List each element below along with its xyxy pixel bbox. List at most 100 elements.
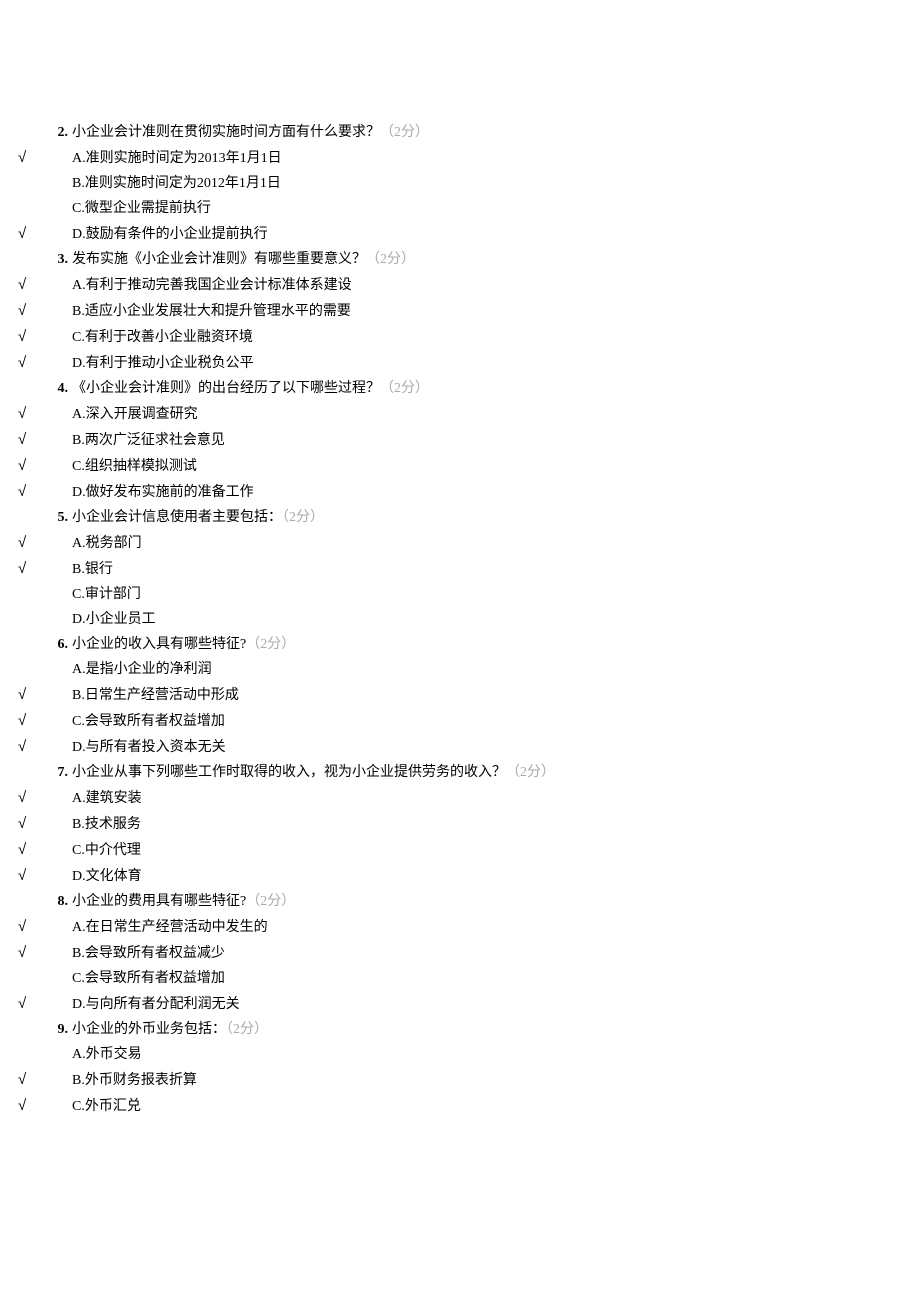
question-number: 2. [48,120,68,145]
option-text: 有利于改善小企业融资环境 [85,330,253,345]
option-line: C.审计部门 [0,582,920,607]
question-points: （2分） [246,894,295,909]
check-mark: √ [0,272,48,297]
question-number: 7. [48,760,68,785]
option-text: 技术服务 [85,817,141,832]
question-number: 8. [48,889,68,914]
option-content: D.与向所有者分配利润无关 [68,992,240,1017]
option-text: 在日常生产经营活动中发生的 [86,920,268,935]
check-mark: √ [0,708,48,733]
question-line: 2.小企业会计准则在贯彻实施时间方面有什么要求？（2分） [0,120,920,145]
question-line: 8.小企业的费用具有哪些特征?（2分） [0,889,920,914]
option-content: B.技术服务 [68,812,141,837]
option-letter: D. [72,227,86,242]
option-text: 组织抽样模拟测试 [85,459,197,474]
check-mark: √ [0,863,48,888]
option-line: A.是指小企业的净利润 [0,657,920,682]
option-letter: C. [72,587,85,602]
option-line: √ A.深入开展调查研究 [0,401,920,427]
option-line: √D.有利于推动小企业税负公平 [0,350,920,376]
option-line: √ D.与所有者投入资本无关 [0,734,920,760]
option-letter: C. [72,714,85,729]
option-line: √ C.会导致所有者权益增加 [0,708,920,734]
option-line: C.微型企业需提前执行 [0,196,920,221]
question-content: 小企业会计准则在贯彻实施时间方面有什么要求？（2分） [68,120,429,145]
question-content: 小企业的费用具有哪些特征?（2分） [68,889,295,914]
question-line: 5.小企业会计信息使用者主要包括：（2分） [0,505,920,530]
option-letter: B. [72,688,85,703]
option-letter: C. [72,459,85,474]
question-stem: 小企业的外币业务包括： [72,1022,226,1037]
option-letter: B. [72,562,85,577]
option-letter: D. [72,997,86,1012]
option-content: D.文化体育 [68,864,142,889]
option-text: 审计部门 [85,587,141,602]
option-line: √ D.与向所有者分配利润无关 [0,991,920,1017]
option-letter: C. [72,201,85,216]
option-line: √A.税务部门 [0,530,920,556]
question-points: （2分） [282,510,324,525]
option-line: D.小企业员工 [0,607,920,632]
option-content: A.有利于推动完善我国企业会计标准体系建设 [68,273,352,298]
option-letter: A. [72,407,86,422]
option-content: A.是指小企业的净利润 [68,657,212,682]
option-letter: C. [72,843,85,858]
option-letter: D. [72,356,86,371]
option-letter: B. [72,304,85,319]
option-text: 日常生产经营活动中形成 [85,688,239,703]
option-line: √D.鼓励有条件的小企业提前执行 [0,221,920,247]
question-stem: 《小企业会计准则》的出台经历了以下哪些过程？ [72,381,380,396]
option-content: C.微型企业需提前执行 [68,196,211,221]
option-text: 会导致所有者权益增加 [85,971,225,986]
check-mark: √ [0,556,48,581]
option-text: 与向所有者分配利润无关 [86,997,240,1012]
option-content: A.外币交易 [68,1042,142,1067]
option-text: 深入开展调查研究 [86,407,198,422]
option-letter: B. [72,946,85,961]
question-points: （2分） [246,637,295,652]
check-mark: √ [0,991,48,1016]
option-letter: D. [72,869,86,884]
option-line: √A.准则实施时间定为2013年1月1日 [0,145,920,171]
question-points: （2分） [380,125,429,140]
option-content: B.银行 [68,557,113,582]
check-mark: √ [0,479,48,504]
option-text: 外币财务报表折算 [85,1073,197,1088]
option-content: B.会导致所有者权益减少 [68,941,225,966]
option-letter: A. [72,1047,86,1062]
option-text: 外币交易 [86,1047,142,1062]
option-content: B.准则实施时间定为2012年1月1日 [68,171,281,196]
option-content: A.在日常生产经营活动中发生的 [68,915,268,940]
option-letter: A. [72,151,86,166]
option-content: C.审计部门 [68,582,141,607]
option-content: A.税务部门 [68,531,142,556]
option-letter: A. [72,278,86,293]
option-content: C.外币汇兑 [68,1094,141,1119]
check-mark: √ [0,453,48,478]
check-mark: √ [0,785,48,810]
option-letter: B. [72,1073,85,1088]
option-line: √ B.银行 [0,556,920,582]
question-line: 6.小企业的收入具有哪些特征?（2分） [0,632,920,657]
option-text: 会导致所有者权益增加 [85,714,225,729]
option-line: √B.会导致所有者权益减少 [0,940,920,966]
check-mark: √ [0,401,48,426]
option-line: √C.有利于改善小企业融资环境 [0,324,920,350]
option-letter: B. [72,176,85,191]
option-line: √B.外币财务报表折算 [0,1067,920,1093]
option-content: D.小企业员工 [68,607,156,632]
option-content: D.与所有者投入资本无关 [68,735,226,760]
question-line: 3.发布实施《小企业会计准则》有哪些重要意义？（2分） [0,247,920,272]
option-content: A.建筑安装 [68,786,142,811]
option-text: 准则实施时间定为2013年1月1日 [86,151,282,166]
option-line: A.外币交易 [0,1042,920,1067]
question-stem: 小企业从事下列哪些工作时取得的收入，视为小企业提供劳务的收入？ [72,765,506,780]
option-text: 是指小企业的净利润 [86,662,212,677]
option-content: D.有利于推动小企业税负公平 [68,351,254,376]
option-line: √ C.组织抽样模拟测试 [0,453,920,479]
option-content: A.准则实施时间定为2013年1月1日 [68,146,282,171]
question-stem: 小企业会计准则在贯彻实施时间方面有什么要求？ [72,125,380,140]
option-content: D.鼓励有条件的小企业提前执行 [68,222,268,247]
question-line: 9.小企业的外币业务包括：（2分） [0,1017,920,1042]
check-mark: √ [0,734,48,759]
